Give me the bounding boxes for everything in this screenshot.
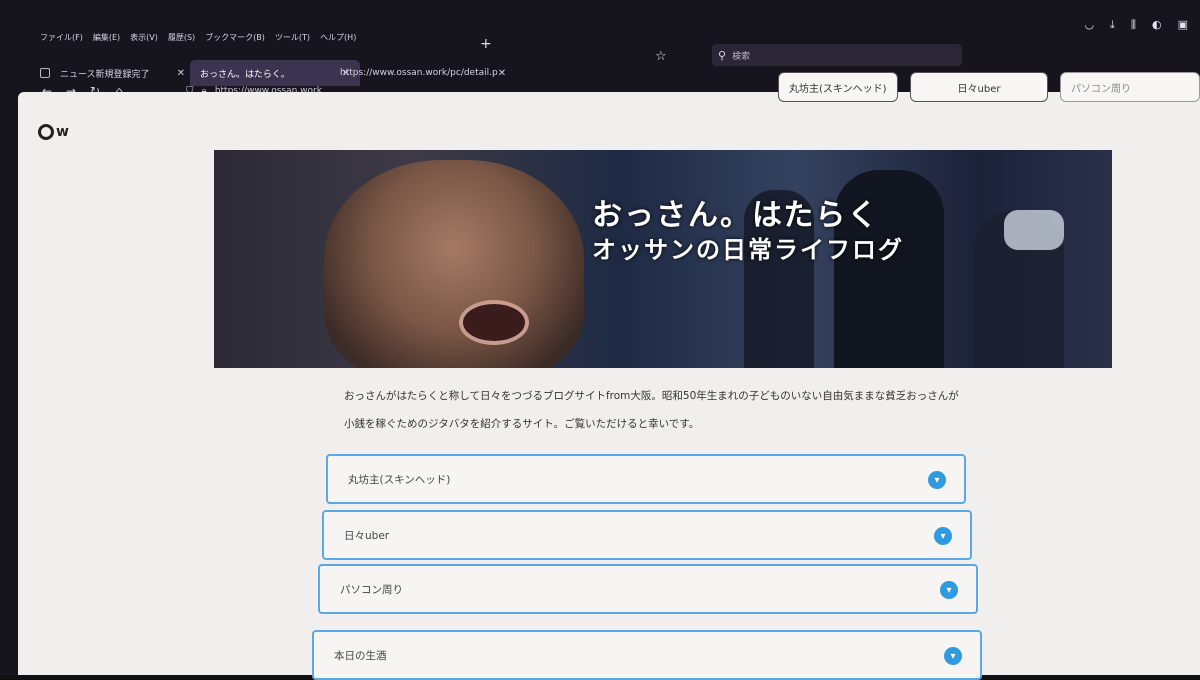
download-icon[interactable]: ⤓ <box>1110 18 1115 32</box>
toolbar-icons: ◡ ⤓ ⫼ ◐ ▣ <box>1084 18 1188 32</box>
accordion-label: 日々uber <box>344 529 390 542</box>
logo-ring-icon <box>38 124 54 140</box>
nav-skinhead-button[interactable]: 丸坊主(スキンヘッド) <box>778 72 898 102</box>
pocket-icon[interactable]: ◡ <box>1084 18 1094 32</box>
hero-subtitle: オッサンの日常ライフログ <box>592 236 904 264</box>
chevron-down-icon[interactable]: ▾ <box>934 527 952 545</box>
menu-tools[interactable]: ツール(T) <box>275 32 310 50</box>
hero-mouth <box>459 300 529 345</box>
logo-text: w <box>56 124 69 140</box>
search-placeholder: 検索 <box>732 51 751 62</box>
menu-help[interactable]: ヘルプ(H) <box>320 32 356 50</box>
hero-face <box>324 160 584 368</box>
accordion-skinhead[interactable]: 丸坊主(スキンヘッド) ▾ <box>326 454 966 504</box>
nav-uber-button[interactable]: 日々uber <box>910 72 1048 102</box>
bookmark-star-icon[interactable]: ☆ <box>655 49 667 64</box>
accordion-uber[interactable]: 日々uber ▾ <box>322 510 972 560</box>
screen: ファイル(F) 編集(E) 表示(V) 履歴(S) ブックマーク(B) ツール(… <box>0 0 1200 680</box>
library-icon[interactable]: ⫼ <box>1131 18 1136 32</box>
account-icon[interactable]: ▣ <box>1178 18 1188 32</box>
menu-file[interactable]: ファイル(F) <box>40 32 83 50</box>
menu-view[interactable]: 表示(V) <box>130 32 158 50</box>
nav-pc-button[interactable]: パソコン周り <box>1060 72 1200 102</box>
site-logo[interactable]: w <box>38 124 69 140</box>
chevron-down-icon[interactable]: ▾ <box>928 471 946 489</box>
new-tab-button[interactable]: + <box>480 36 492 52</box>
accordion-label: パソコン周り <box>340 583 403 596</box>
chevron-down-icon[interactable]: ▾ <box>940 581 958 599</box>
hero-light <box>1004 210 1064 250</box>
menu-bar: ファイル(F) 編集(E) 表示(V) 履歴(S) ブックマーク(B) ツール(… <box>40 32 356 50</box>
chevron-down-icon[interactable]: ▾ <box>944 647 962 665</box>
accordion-label: 丸坊主(スキンヘッド) <box>348 473 451 486</box>
hero-title: おっさん。はたらく <box>592 198 880 233</box>
extension-icon[interactable]: ◐ <box>1152 18 1162 32</box>
menu-bookmarks[interactable]: ブックマーク(B) <box>205 32 265 50</box>
search-input[interactable]: ⚲ 検索 <box>712 44 962 66</box>
accordion-pc[interactable]: パソコン周り ▾ <box>318 564 978 614</box>
menu-history[interactable]: 履歴(S) <box>168 32 195 50</box>
site-description: おっさんがはたらくと称して日々をつづるブログサイトfrom大阪。昭和50年生まれ… <box>344 390 959 430</box>
top-nav: 丸坊主(スキンヘッド) 日々uber パソコン周り <box>778 72 1200 102</box>
hero-banner: おっさん。はたらく オッサンの日常ライフログ <box>214 150 1112 368</box>
web-page: w 丸坊主(スキンヘッド) 日々uber パソコン周り おっさん。はたらく オッ… <box>18 72 1200 680</box>
accordion-label: 本日の生酒 <box>334 649 387 662</box>
search-icon: ⚲ <box>718 48 727 62</box>
menu-edit[interactable]: 編集(E) <box>93 32 120 50</box>
accordion-sake[interactable]: 本日の生酒 ▾ <box>312 630 982 680</box>
